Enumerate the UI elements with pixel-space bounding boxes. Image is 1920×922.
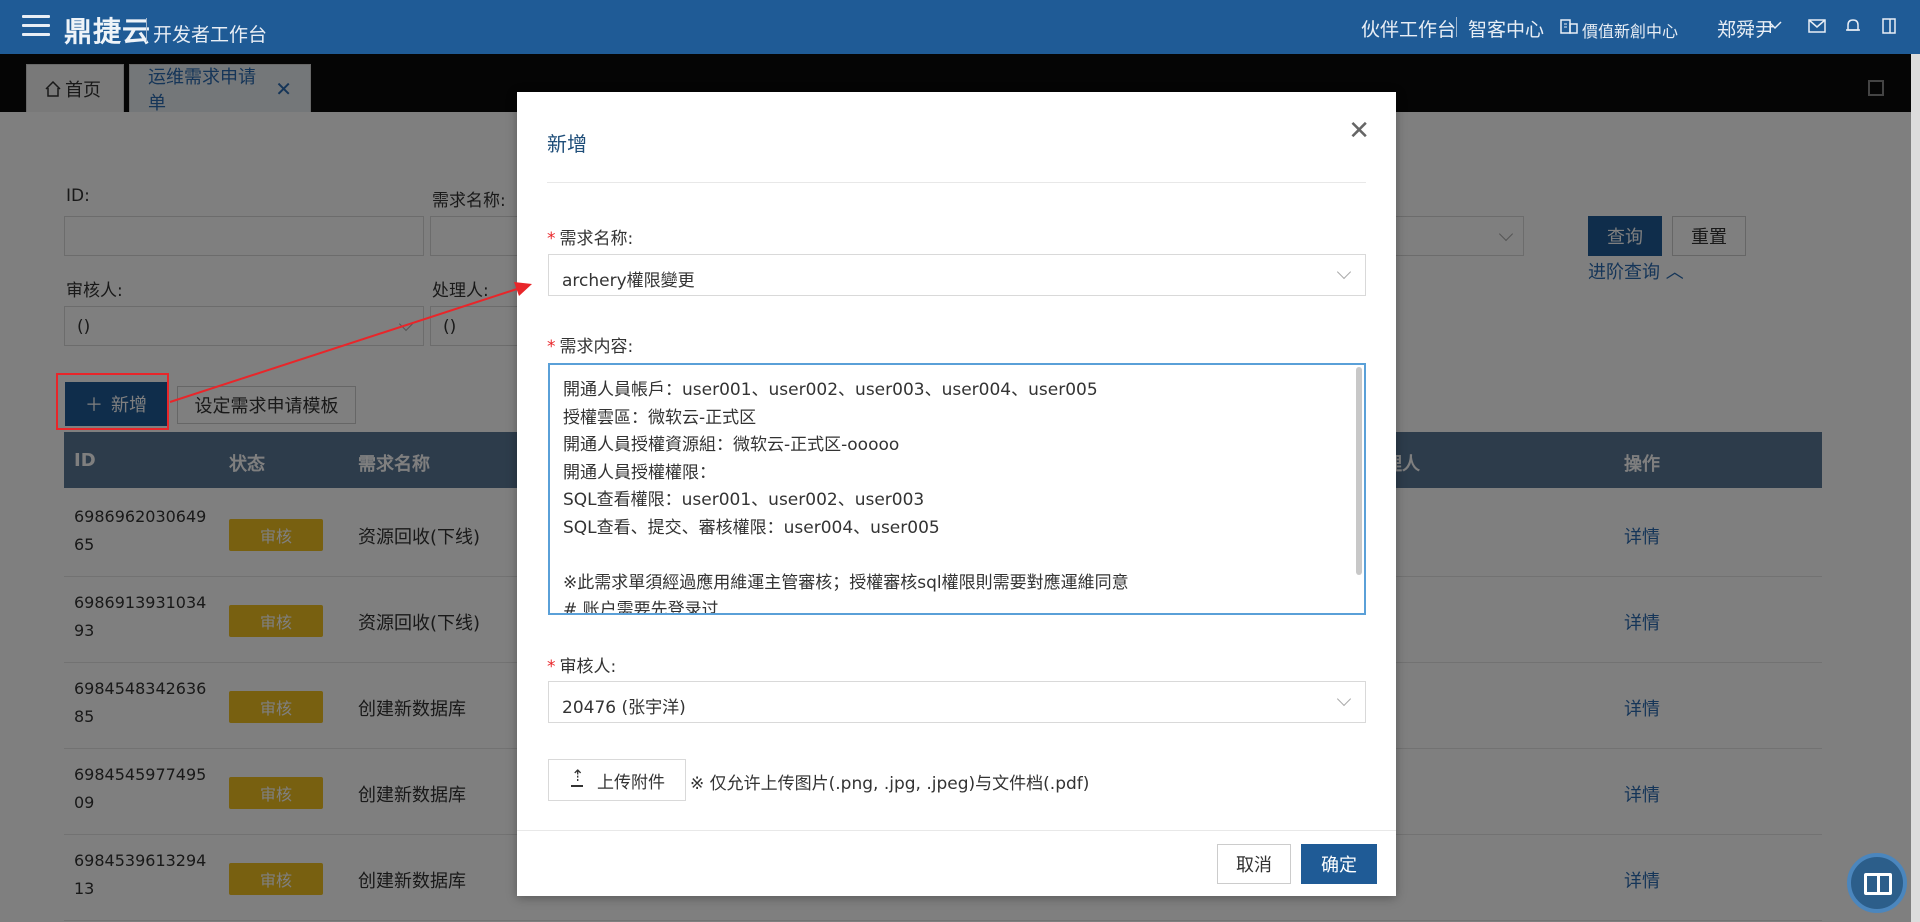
menu-icon[interactable] xyxy=(22,15,50,37)
close-icon[interactable]: ✕ xyxy=(1348,118,1370,144)
brand-subtitle: 开发者工作台 xyxy=(153,24,268,46)
book-icon xyxy=(1864,873,1892,895)
dialog-divider xyxy=(547,182,1366,183)
page-scrollbar[interactable] xyxy=(1911,54,1920,922)
brand-divider xyxy=(146,18,147,42)
confirm-button[interactable]: 确定 xyxy=(1301,844,1377,884)
request-name-label: * 需求名称: xyxy=(547,229,634,249)
content-line: SQL查看權限：user001、user002、user003 xyxy=(563,490,925,510)
doc-icon[interactable] xyxy=(1880,18,1898,34)
topbar-divider xyxy=(1456,17,1457,37)
content-line: 授權雲區：微软云-正式区 xyxy=(563,408,757,428)
upload-attachment-button[interactable]: 上传附件 xyxy=(548,759,686,801)
help-book-button[interactable] xyxy=(1847,853,1907,913)
chevron-down-icon[interactable] xyxy=(1768,20,1782,30)
content-line: 開通人員授權權限： xyxy=(563,463,716,483)
reviewer-value: 20476 (张宇洋) xyxy=(562,698,686,718)
content-line: # 账户需要先登录过 xyxy=(563,600,719,615)
smart-center-link[interactable]: 智客中心 xyxy=(1468,15,1544,42)
highlight-annotation-box xyxy=(56,373,169,430)
dialog-title: 新增 xyxy=(547,132,587,156)
cancel-button[interactable]: 取消 xyxy=(1217,844,1291,884)
upload-icon xyxy=(569,766,585,788)
partner-workbench-link[interactable]: 伙伴工作台 xyxy=(1361,15,1456,42)
request-content-textarea[interactable]: 開通人員帳戶：user001、user002、user003、user004、u… xyxy=(548,363,1366,615)
user-name[interactable]: 郑舜尹 xyxy=(1717,15,1774,42)
value-center-link[interactable]: 價值新創中心 xyxy=(1582,18,1678,42)
upload-label: 上传附件 xyxy=(597,772,665,793)
top-bar: 鼎捷云 开发者工作台 伙伴工作台 智客中心 價值新創中心 郑舜尹 xyxy=(0,0,1920,54)
request-content-label: * 需求内容: xyxy=(547,337,634,357)
bell-icon[interactable] xyxy=(1844,18,1862,34)
brand-logo: 鼎捷云 xyxy=(64,15,152,48)
reviewer-select[interactable]: 20476 (张宇洋) xyxy=(548,681,1366,723)
content-line: ※此需求單須經過應用維運主管審核；授權審核sql權限則需要對應運維同意 xyxy=(563,573,1129,593)
content-line: SQL查看、提交、審核權限：user004、user005 xyxy=(563,518,940,538)
chevron-down-icon xyxy=(1336,264,1352,280)
building-icon xyxy=(1560,19,1578,34)
upload-note: ※ 仅允许上传图片(.png, .jpg, .jpeg)与文件档(.pdf) xyxy=(690,774,1090,794)
reviewer-label: * 审核人: xyxy=(547,657,617,677)
dialog-footer-divider xyxy=(517,830,1396,831)
request-name-value: archery權限變更 xyxy=(562,271,695,291)
textarea-scrollbar[interactable] xyxy=(1356,367,1362,575)
mail-icon[interactable] xyxy=(1808,18,1826,34)
chevron-down-icon xyxy=(1336,691,1352,707)
request-name-select[interactable]: archery權限變更 xyxy=(548,254,1366,296)
new-request-dialog: 新增 ✕ * 需求名称: archery權限變更 * 需求内容: 開通人員帳戶：us… xyxy=(517,92,1396,896)
content-line: 開通人員授權資源組：微软云-正式区-ooooo xyxy=(563,435,900,455)
content-line: 開通人員帳戶：user001、user002、user003、user004、u… xyxy=(563,380,1098,400)
